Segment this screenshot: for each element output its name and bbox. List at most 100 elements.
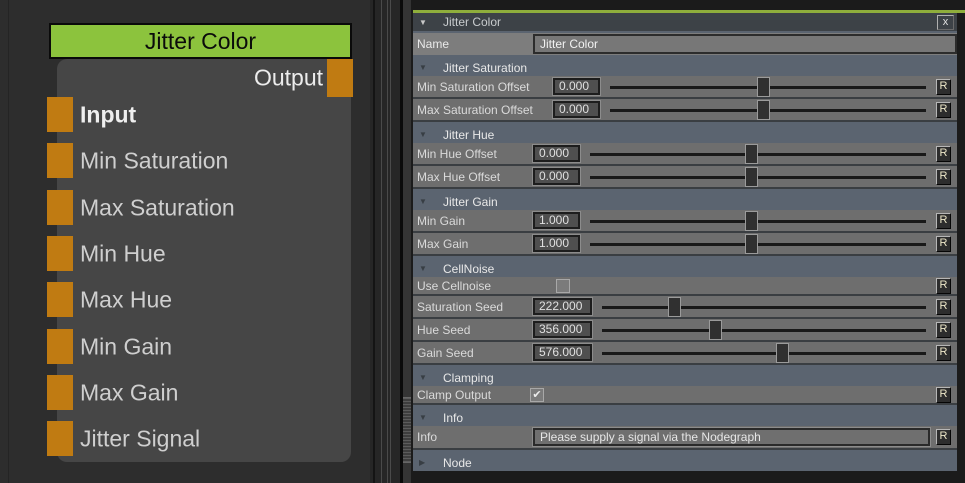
input-port-label: Max Hue [80,286,172,313]
value-input[interactable]: 576.000 [533,344,592,361]
attribute-label: Hue Seed [417,323,533,337]
reset-button[interactable]: R [936,299,951,315]
section-header-jitter-hue[interactable]: ▼Jitter Hue [413,126,957,143]
attribute-row-clamp-output: Clamp Output✔ R [413,386,957,405]
value-input[interactable]: 1.000 [533,235,580,252]
attribute-label: Max Gain [417,237,533,251]
input-port-label: Min Gain [80,333,172,360]
slider[interactable] [590,233,926,254]
section-header-clamping[interactable]: ▼Clamping [413,369,957,386]
name-input[interactable]: Jitter Color [533,34,957,54]
input-port[interactable] [47,282,73,317]
attribute-row-saturation-seed: Saturation Seed222.000 R [413,296,957,319]
input-port[interactable] [47,421,73,456]
name-field-label: Name [417,37,533,51]
slider-handle[interactable] [745,167,758,187]
attribute-label: Saturation Seed [417,300,533,314]
slider-handle[interactable] [757,77,770,97]
chevron-down-icon: ▼ [419,197,443,206]
slider[interactable] [590,143,926,164]
attribute-editor: ▼ Jitter Color x Name Jitter Color ▼Jitt… [411,0,965,483]
value-input[interactable]: 0.000 [553,101,600,118]
slider-handle[interactable] [745,144,758,164]
reset-button[interactable]: R [936,387,951,403]
input-port[interactable] [47,97,73,132]
input-port[interactable] [47,375,73,410]
slider[interactable] [602,296,926,317]
reset-button[interactable]: R [936,213,951,229]
chevron-down-icon: ▼ [419,373,443,382]
slider-handle[interactable] [776,343,789,363]
section-header-cellnoise[interactable]: ▼CellNoise [413,260,957,277]
input-port[interactable] [47,190,73,225]
slider-track[interactable] [602,352,926,355]
node-title-bar[interactable]: Jitter Color [49,23,352,59]
value-input[interactable]: 1.000 [533,212,580,229]
chevron-down-icon: ▼ [419,18,443,27]
attribute-row-max-gain: Max Gain1.000 R [413,233,957,256]
reset-button[interactable]: R [936,79,951,95]
section-header-node[interactable]: ▶Node [413,454,957,471]
input-port[interactable] [47,143,73,178]
slider-handle[interactable] [745,211,758,231]
name-row: Name Jitter Color [413,33,957,55]
attribute-row-min-hue-offset: Min Hue Offset0.000R [413,143,957,166]
reset-button[interactable]: R [936,322,951,338]
value-input[interactable]: 356.000 [533,321,592,338]
close-button[interactable]: x [937,15,954,30]
slider[interactable] [610,99,926,120]
info-text-field[interactable]: Please supply a signal via the Nodegraph [533,428,930,446]
reset-button[interactable]: R [936,102,951,118]
section-header-jitter-gain[interactable]: ▼Jitter Gain [413,193,957,210]
attribute-label: Max Hue Offset [417,170,533,184]
section-title: Jitter Hue [443,128,494,142]
section-header-jitter-saturation[interactable]: ▼Jitter Saturation [413,59,957,76]
slider[interactable] [610,76,926,97]
node-graph-canvas[interactable]: Jitter Color Output InputMin SaturationM… [0,0,370,483]
reset-button[interactable]: R [936,278,951,294]
slider-handle[interactable] [745,234,758,254]
attribute-row-min-gain: Min Gain1.000 R [413,210,957,233]
slider[interactable] [602,342,926,363]
reset-button[interactable]: R [936,429,951,445]
value-input[interactable]: 0.000 [533,145,580,162]
panel-title: Jitter Color [443,15,937,29]
attribute-panel: ▼ Jitter Color x Name Jitter Color ▼Jitt… [413,13,957,471]
slider[interactable] [590,210,926,231]
chevron-down-icon: ▼ [419,130,443,139]
attribute-row-min-saturation-offset: Min Saturation Offset0.000R [413,76,957,99]
attribute-label: Clamp Output [417,388,530,402]
value-input[interactable]: 222.000 [533,298,592,315]
value-input[interactable]: 0.000 [553,78,600,95]
slider-handle[interactable] [757,100,770,120]
slider-track[interactable] [602,329,926,332]
panel-header[interactable]: ▼ Jitter Color x [413,13,957,31]
panel-splitter[interactable] [370,0,411,483]
slider-handle[interactable] [668,297,681,317]
reset-button[interactable]: R [936,236,951,252]
attribute-label: Gain Seed [417,346,533,360]
input-port-label: Input [80,101,136,128]
reset-button[interactable]: R [936,345,951,361]
checkbox-checked[interactable]: ✔ [530,388,544,402]
checkbox-unchecked[interactable] [556,279,570,293]
slider[interactable] [602,319,926,340]
splitter-groove [373,0,375,483]
reset-button[interactable]: R [936,146,951,162]
reset-button[interactable]: R [936,169,951,185]
input-port[interactable] [47,236,73,271]
section-header-info[interactable]: ▼Info [413,409,957,426]
output-port[interactable] [327,59,353,97]
slider-track[interactable] [602,306,926,309]
slider[interactable] [590,166,926,187]
scrollbar-thumb[interactable] [403,397,411,463]
slider-handle[interactable] [709,320,722,340]
output-port-label: Output [254,65,323,92]
section-title: Jitter Gain [443,195,498,209]
attribute-row-info: InfoPlease supply a signal via the Nodeg… [413,426,957,450]
value-input[interactable]: 0.000 [533,168,580,185]
section-title: Clamping [443,371,494,385]
attribute-label: Min Gain [417,214,533,228]
section-title: CellNoise [443,262,494,276]
input-port[interactable] [47,329,73,364]
